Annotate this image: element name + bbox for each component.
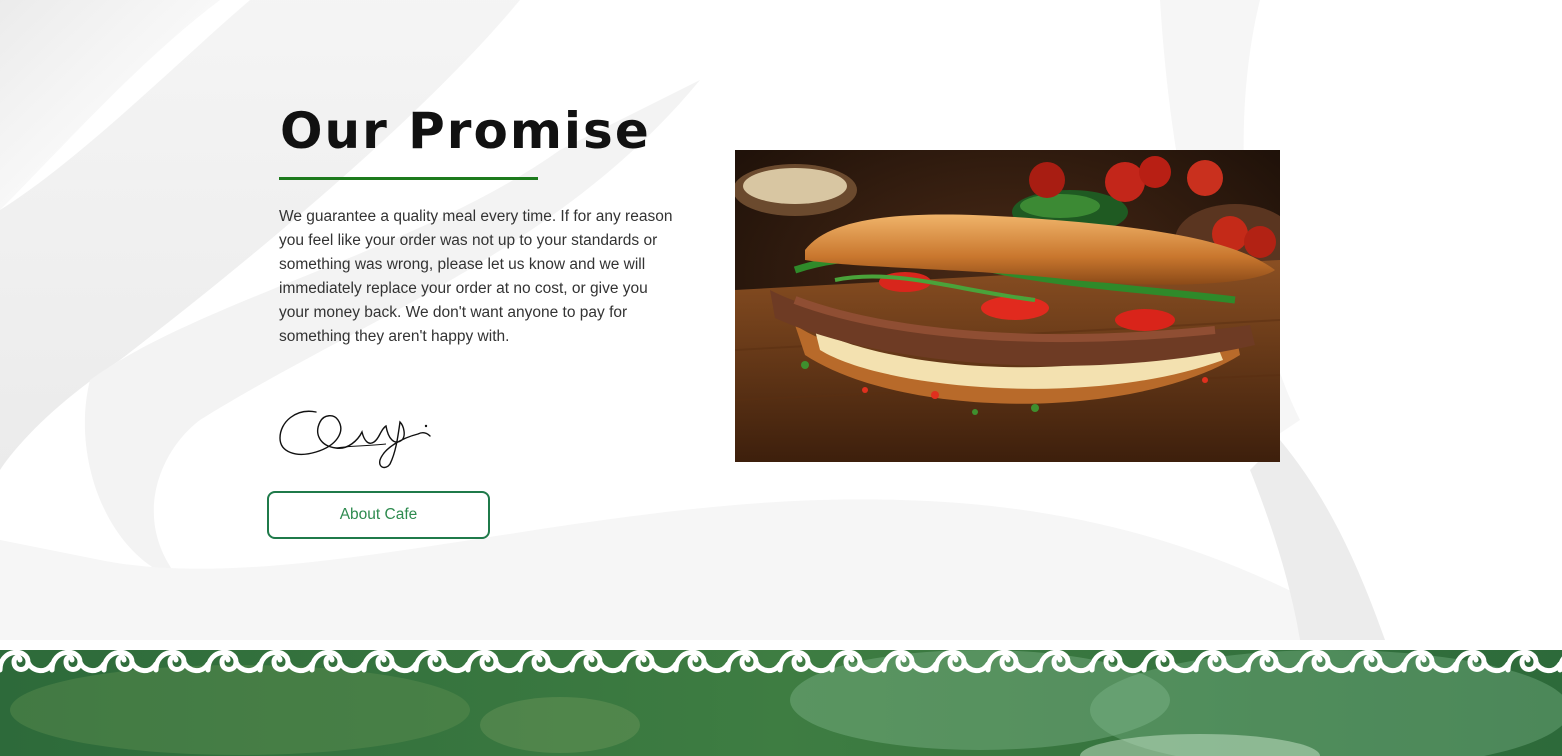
sandwich-photo (735, 150, 1280, 462)
section-title: Our Promise (280, 102, 651, 160)
about-cafe-button[interactable]: About Cafe (267, 491, 490, 539)
footer-wave-band (0, 640, 1562, 756)
signature-image (279, 410, 431, 469)
promise-paragraph: We guarantee a quality meal every time. … (279, 208, 673, 345)
title-underline (279, 177, 538, 180)
